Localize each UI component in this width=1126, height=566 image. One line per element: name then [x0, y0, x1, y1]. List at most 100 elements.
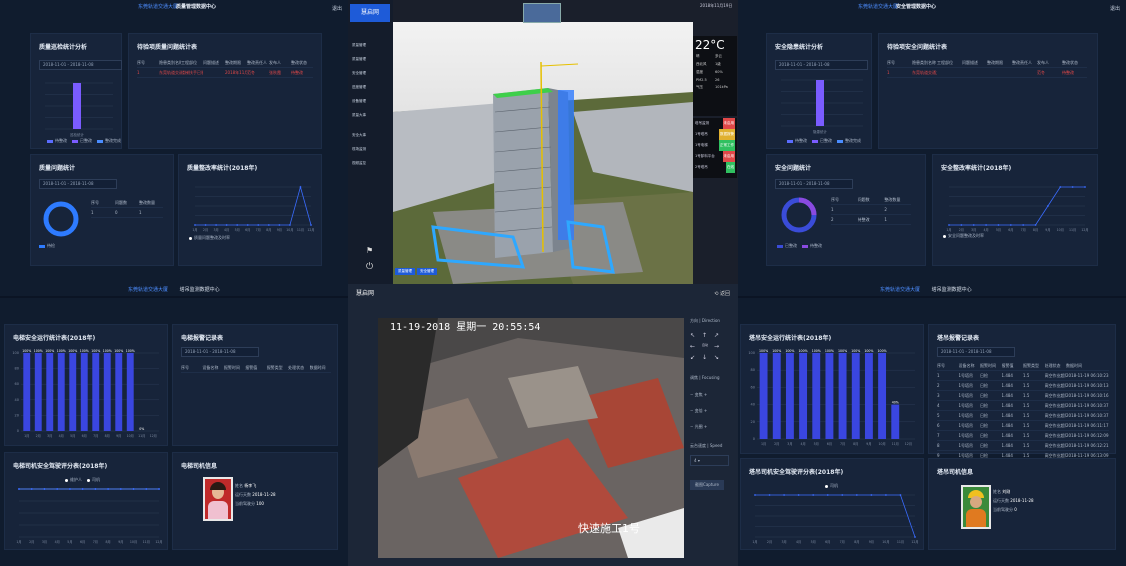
table-row[interactable]: 1东莞轨道交通大厦范冬待整改 — [887, 68, 1087, 78]
tick-label: 3月 — [787, 442, 792, 446]
data-point — [204, 224, 207, 226]
data-label: 100% — [114, 349, 123, 353]
back-button[interactable]: ⟲ 返回 — [714, 290, 730, 297]
menu-item[interactable]: 质量大事 — [352, 108, 392, 128]
data-point — [841, 494, 844, 496]
arrow-left-icon[interactable]: ← — [690, 343, 702, 350]
tick-label: 10月 — [127, 434, 134, 438]
nav-project[interactable]: 东莞轨道交通大厦 — [128, 287, 168, 293]
status-row[interactable]: 塔吊监测 未启用 — [693, 118, 737, 129]
project-name[interactable]: 东莞轨道交通大厦 — [858, 3, 898, 10]
status-row[interactable]: 1号塔吊 数据报警 — [693, 129, 737, 140]
table-row[interactable]: 11号塔吊日检1.4841.5高空作业超限2018-11-19 06:10:23 — [937, 371, 1109, 381]
arrow-up-icon[interactable]: ↑ — [702, 332, 714, 339]
exit-button[interactable]: 退出 — [332, 5, 342, 12]
tab-safety[interactable]: 安全管理 — [417, 268, 437, 275]
project-name[interactable]: 东莞轨道交通大厦 — [138, 3, 178, 10]
status-value: 正常工作 — [719, 140, 735, 151]
data-point — [797, 494, 800, 496]
table-row[interactable]: 101 — [91, 208, 163, 218]
panel-title: 塔吊报警记录表 — [937, 335, 980, 342]
capture-button[interactable]: 截图Capture — [690, 480, 724, 490]
data-point — [855, 494, 858, 496]
menu-item[interactable]: 质量管理 — [352, 52, 392, 66]
table-header: 序号 隐患类别名称 工程部位 问题描述 整改期限 整改责任人 发布人 整改状态 — [887, 58, 1087, 68]
table-header: 序号 设备名称 报警时间 报警值 报警类型 处理状态 数据时间 — [181, 363, 331, 373]
data-label: 100% — [759, 349, 768, 353]
exit-button[interactable]: 退出 — [1110, 5, 1120, 12]
arrow-down-right-icon[interactable]: ↘ — [714, 354, 726, 361]
table-row[interactable]: 2 待整改 1 — [831, 215, 911, 225]
menu-item[interactable]: 进度管理 — [352, 80, 392, 94]
menu-item[interactable]: 设备管理 — [352, 94, 392, 108]
table-row[interactable]: 31号塔吊日检1.4841.5高空作业超限2018-11-19 06:10:16 — [937, 391, 1109, 401]
status-label: 1号塔吊 — [695, 132, 708, 136]
table-row[interactable]: 81号塔吊日检1.4841.5高空作业超限2018-11-19 06:12:21 — [937, 441, 1109, 451]
tick-label: 4月 — [983, 228, 988, 232]
table-row[interactable]: 41号塔吊日检1.4841.5高空作业超限2018-11-19 06:10:37 — [937, 401, 1109, 411]
safety-rectify-rate-panel: 安全整改率统计(2018年) 1月 2月 3月 4月 5月 6月 7月 8月 9月 10月 11月 1… — [932, 154, 1098, 266]
data-point — [158, 488, 160, 490]
arrow-down-icon[interactable]: ↓ — [702, 354, 714, 361]
arrow-right-icon[interactable]: → — [714, 343, 726, 350]
data-point — [289, 224, 291, 226]
date-range[interactable]: 2018-11-01 - 2018-11-08 — [39, 60, 122, 70]
data-point — [1059, 186, 1062, 188]
quality-rectify-rate-panel: 质量整改率统计(2018年) 1月 2月 3月 4月 5月 6月 7月 8月 9月 10月 11月 1… — [178, 154, 322, 266]
date-range[interactable]: 2018-11-01 - 2018-11-08 — [775, 60, 868, 70]
table-row[interactable]: 12 — [831, 205, 911, 215]
data-point — [257, 224, 260, 226]
weather-item: 26 — [715, 78, 720, 82]
date-range[interactable]: 2018-11-01 - 2018-11-08 — [775, 179, 853, 189]
nav-crane-center[interactable]: 塔吊监测数据中心 — [932, 287, 972, 293]
arrow-down-left-icon[interactable]: ↙ — [690, 354, 702, 361]
tick-label: 10月 — [1057, 228, 1064, 232]
tick-label: 5月 — [814, 442, 819, 446]
direction-pad: ↖ ↑ ↗ ← 自动 → ↙ ↓ ↘ — [690, 332, 736, 361]
menu-item[interactable]: 视频监控 — [352, 156, 392, 170]
bar — [851, 353, 860, 439]
table-row[interactable]: 1东莞轨道交通大厦楼梯扶手已装1/12018年11月8日范冬张秋霞待整改 — [137, 68, 313, 78]
power-icon[interactable]: ⏻ — [366, 262, 373, 272]
date-range[interactable]: 2018-11-01 - 2018-11-08 — [937, 347, 1015, 357]
building-3d-scene[interactable] — [393, 22, 693, 284]
menu-item[interactable]: 安全管理 — [352, 66, 392, 80]
quality-bar-chart: 巡检统计 — [45, 82, 113, 137]
quality-donut-chart — [43, 201, 79, 237]
table-row[interactable]: 61号塔吊日检1.4841.5高空作业超限2018-11-19 06:11:17 — [937, 421, 1109, 431]
table-row[interactable]: 71号塔吊日检1.4841.5高空作业超限2018-11-19 06:12:09 — [937, 431, 1109, 441]
arrow-up-right-icon[interactable]: ↗ — [714, 332, 726, 339]
pending-quality-table-panel: 待验项质量问题统计表 序号 隐患类别名称 工程部位 问题描述 整改期限 整改责任人 发布人整… — [128, 33, 322, 149]
status-row[interactable]: 1号电梯 正常工作 — [693, 140, 737, 151]
date-range[interactable]: 2018-11-01 - 2018-11-08 — [181, 347, 259, 357]
pending-safety-table: 序号 隐患类别名称 工程部位 问题描述 整改期限 整改责任人 发布人 整改状态 1 东莞轨道交通… — [887, 58, 1087, 78]
nav-crane-center[interactable]: 塔吊监测数据中心 — [180, 287, 220, 293]
speed-select[interactable]: 4 ▾ — [690, 455, 729, 466]
status-row[interactable]: 1号卸料平台 未启用 — [693, 151, 737, 162]
status-label: 2号塔吊 — [695, 165, 708, 169]
auto-icon[interactable]: 自动 — [702, 343, 714, 350]
tick-label: 1月 — [16, 540, 21, 544]
data-label: 100% — [68, 349, 77, 353]
flag-icon[interactable]: ⚑ — [366, 246, 373, 255]
data-point — [246, 224, 249, 226]
data-label: 40% — [892, 401, 899, 405]
tick-label: 7月 — [93, 540, 98, 544]
menu-item[interactable]: 质量管理 — [352, 38, 392, 52]
nav-project[interactable]: 东莞轨道交通大厦 — [880, 287, 920, 293]
top-thumbnail[interactable] — [523, 3, 561, 23]
data-label: 100% — [812, 349, 821, 353]
data-point — [267, 224, 270, 226]
status-row[interactable]: 2号塔吊 在线 — [693, 162, 737, 173]
table-row[interactable]: 21号塔吊日检1.4841.5高空作业超限2018-11-19 06:10:13 — [937, 381, 1109, 391]
menu-item[interactable]: 安全大事 — [352, 128, 392, 142]
tab-quality[interactable]: 质量管理 — [395, 268, 415, 275]
date-range[interactable]: 2018-11-01 - 2018-11-08 — [39, 179, 117, 189]
menu-item[interactable]: 现场监测 — [352, 142, 392, 156]
table-row[interactable]: 51号塔吊日检1.4841.5高空作业超限2018-11-19 06:10:37 — [937, 411, 1109, 421]
chart-legend: 待整改 已整改 整改完成 — [47, 138, 121, 144]
data-point — [119, 488, 122, 490]
elevator-run-panel: 电梯安全运行统计表(2018年) 100 80 60 40 20 0 100% 1月 100% 2… — [4, 324, 168, 446]
crane-driver-score-panel: 塔吊司机安全驾驶评分表(2018年) 司机 1月 2月 3月 4月 5月 6月 7月 8月 9月… — [740, 458, 924, 550]
arrow-up-left-icon[interactable]: ↖ — [690, 332, 702, 339]
